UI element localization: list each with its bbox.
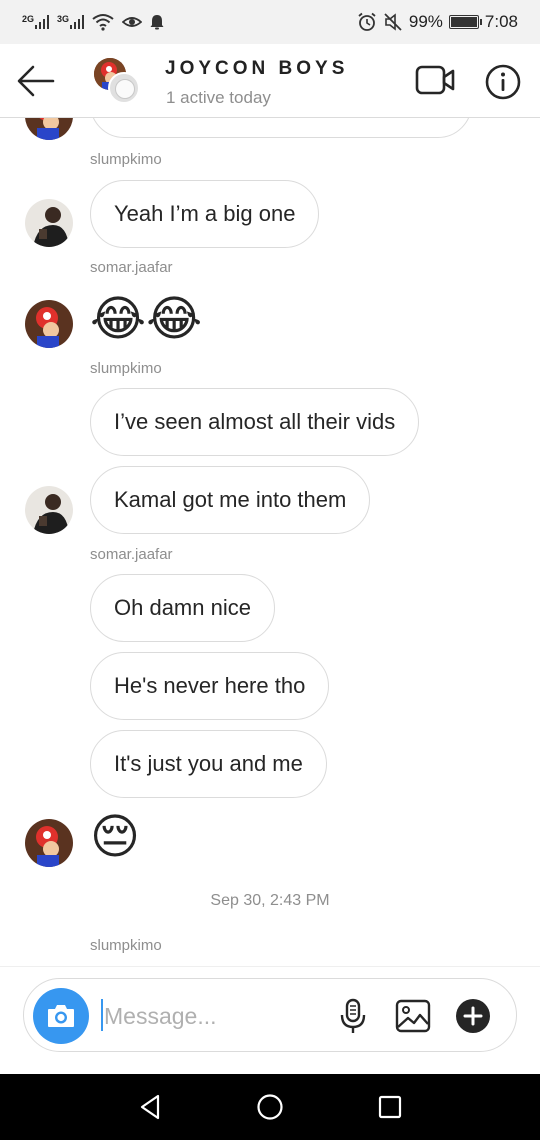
message-bubble[interactable]: It's just you and me bbox=[90, 730, 327, 798]
text-cursor bbox=[101, 999, 103, 1031]
network-type-2: 3G bbox=[57, 14, 70, 24]
signal-icon bbox=[70, 15, 85, 29]
more-options-button[interactable] bbox=[454, 997, 492, 1035]
sender-username: somar.jaafar bbox=[90, 259, 173, 276]
camera-icon bbox=[48, 1005, 74, 1027]
avatar-slumpkimo[interactable] bbox=[25, 118, 73, 140]
message-bubble[interactable]: I’ve seen almost all their vids bbox=[90, 388, 420, 456]
wifi-icon bbox=[92, 14, 114, 31]
sender-username: somar.jaafar bbox=[90, 546, 173, 563]
microphone-icon bbox=[340, 998, 366, 1033]
chat-title[interactable]: JOYCON BOYS bbox=[165, 58, 348, 80]
battery-icon bbox=[448, 15, 482, 29]
chat-header: JOYCON BOYS 1 active today bbox=[0, 44, 540, 118]
message-timestamp: Sep 30, 2:43 PM bbox=[210, 892, 330, 909]
avatar-somar-jaafar[interactable] bbox=[25, 819, 73, 867]
sender-username: slumpkimo bbox=[90, 360, 162, 377]
emoji-message[interactable]: 😂😂 bbox=[90, 292, 202, 348]
voice-message-button[interactable] bbox=[334, 997, 372, 1035]
back-button[interactable] bbox=[16, 64, 56, 98]
message-text: Oh damn nice bbox=[114, 595, 251, 620]
camera-button[interactable] bbox=[33, 988, 89, 1044]
circle-home-icon bbox=[257, 1094, 283, 1120]
signal-1: 2G bbox=[22, 14, 50, 29]
gallery-icon bbox=[395, 999, 431, 1033]
avatar-somar-jaafar[interactable] bbox=[25, 300, 73, 348]
avatar-slumpkimo[interactable] bbox=[25, 199, 73, 247]
status-right: 99% 7:08 bbox=[357, 12, 518, 32]
message-text: Kamal got me into them bbox=[114, 487, 347, 512]
signal-2: 3G bbox=[57, 14, 85, 29]
group-member-avatar-placeholder bbox=[108, 72, 140, 104]
composer-bar bbox=[0, 966, 540, 1074]
composer-pill bbox=[23, 978, 517, 1052]
message-thread[interactable]: slumpkimo Yeah I’m a big one somar.jaafa… bbox=[0, 118, 540, 966]
status-bar: 2G 3G 99% 7:08 bbox=[0, 0, 540, 44]
message-text: He's never here tho bbox=[114, 673, 306, 698]
triangle-back-icon bbox=[140, 1094, 160, 1120]
alarm-icon bbox=[358, 12, 376, 31]
info-icon bbox=[485, 64, 521, 100]
notification-icon bbox=[150, 15, 164, 30]
message-bubble[interactable]: Yeah I’m a big one bbox=[90, 180, 320, 248]
message-bubble[interactable]: Kamal got me into them bbox=[90, 466, 371, 534]
info-button[interactable] bbox=[484, 63, 522, 101]
network-type-1: 2G bbox=[22, 14, 35, 24]
message-bubble[interactable]: He's never here tho bbox=[90, 652, 330, 720]
system-navigation-bar bbox=[0, 1074, 540, 1140]
sender-username: slumpkimo bbox=[90, 151, 162, 168]
active-status: 1 active today bbox=[166, 88, 271, 107]
message-text: It's just you and me bbox=[114, 751, 303, 776]
video-call-icon bbox=[415, 65, 455, 95]
message-bubble[interactable] bbox=[90, 118, 472, 138]
avatar-slumpkimo[interactable] bbox=[25, 486, 73, 534]
mute-icon bbox=[384, 13, 402, 31]
status-time: 7:08 bbox=[484, 12, 518, 31]
eye-icon bbox=[122, 17, 143, 27]
battery-fill bbox=[450, 17, 477, 27]
message-text: Yeah I’m a big one bbox=[114, 201, 296, 226]
gallery-button[interactable] bbox=[394, 997, 432, 1035]
emoji-message[interactable]: 😔 bbox=[90, 810, 140, 866]
signal-icon bbox=[35, 15, 50, 29]
video-call-button[interactable] bbox=[414, 63, 456, 97]
nav-recents-button[interactable] bbox=[375, 1092, 405, 1122]
back-arrow-icon bbox=[17, 65, 55, 97]
status-left: 2G 3G bbox=[22, 13, 164, 31]
message-bubble[interactable]: Oh damn nice bbox=[90, 574, 275, 642]
sender-username: slumpkimo bbox=[90, 937, 162, 954]
nav-home-button[interactable] bbox=[255, 1092, 285, 1122]
message-input[interactable] bbox=[104, 998, 324, 1034]
battery-percent: 99% bbox=[408, 12, 443, 31]
add-icon bbox=[456, 999, 490, 1033]
message-text: I’ve seen almost all their vids bbox=[114, 409, 396, 434]
group-avatar[interactable] bbox=[94, 58, 142, 106]
nav-back-button[interactable] bbox=[136, 1092, 166, 1122]
square-recents-icon bbox=[378, 1095, 402, 1119]
